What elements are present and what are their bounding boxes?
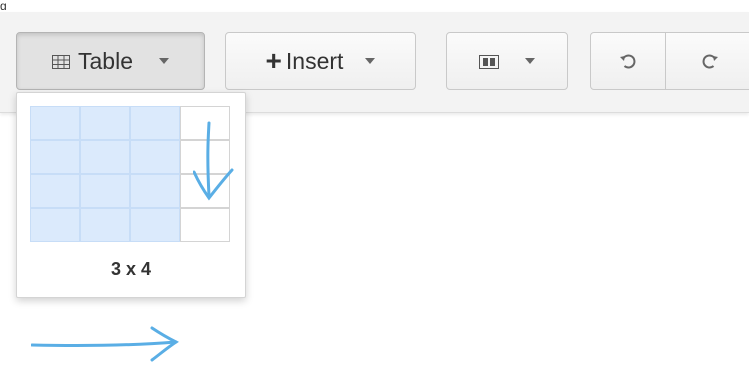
- columns-layout-icon: [479, 48, 499, 75]
- caret-down-icon: [525, 58, 535, 64]
- table-grid-cell[interactable]: [30, 208, 80, 242]
- table-grid-cell[interactable]: [130, 174, 180, 208]
- table-grid-cell[interactable]: [30, 106, 80, 140]
- insert-button[interactable]: + Insert: [225, 32, 416, 90]
- table-grid-cell[interactable]: [80, 174, 130, 208]
- table-button[interactable]: Table: [16, 32, 205, 90]
- table-size-label: 3 x 4: [110, 259, 152, 279]
- undo-button[interactable]: [590, 32, 666, 90]
- layout-button[interactable]: [446, 32, 568, 90]
- annotation-right-arrow-icon: [31, 326, 179, 362]
- plus-icon: +: [265, 45, 282, 76]
- table-grid-icon: [52, 48, 70, 75]
- table-grid-cell[interactable]: [180, 208, 230, 242]
- table-grid-cell[interactable]: [130, 106, 180, 140]
- table-grid-cell[interactable]: [30, 174, 80, 208]
- table-grid-cell[interactable]: [80, 140, 130, 174]
- redo-icon: [702, 54, 718, 69]
- table-grid-cell[interactable]: [130, 140, 180, 174]
- cropped-text: g: [0, 0, 7, 10]
- table-grid-cell[interactable]: [80, 106, 130, 140]
- editor-screen: g Table + Insert 3 x 4: [0, 0, 749, 369]
- history-button-group: [590, 32, 749, 90]
- insert-button-label: Insert: [285, 47, 344, 74]
- table-grid-cell[interactable]: [130, 208, 180, 242]
- undo-icon: [620, 54, 636, 69]
- table-button-label: Table: [78, 47, 133, 74]
- annotation-down-arrow-icon: [193, 121, 234, 201]
- caret-down-icon: [158, 58, 169, 64]
- redo-button[interactable]: [665, 32, 749, 90]
- table-grid-cell[interactable]: [80, 208, 130, 242]
- caret-down-icon: [365, 58, 376, 64]
- table-grid-cell[interactable]: [30, 140, 80, 174]
